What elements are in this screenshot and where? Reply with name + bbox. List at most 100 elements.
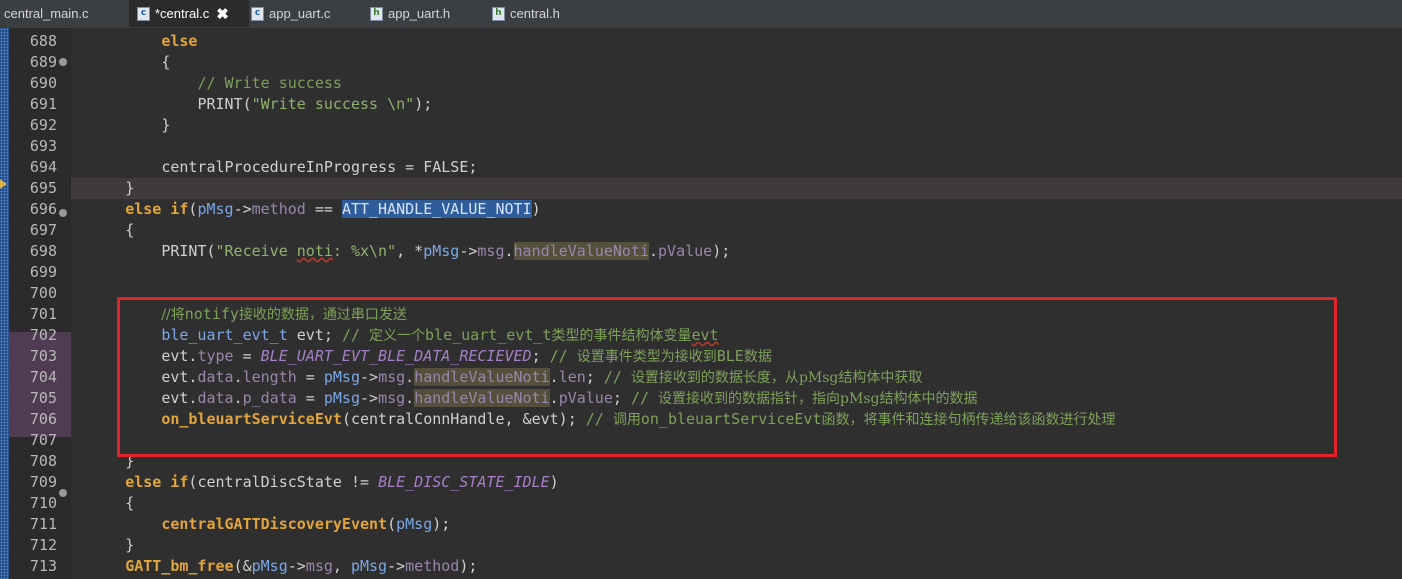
tab-central-main-c[interactable]: central_main.c	[0, 0, 129, 27]
identifier: pMsg	[323, 368, 360, 386]
code-text: .	[649, 242, 659, 260]
tab-app-uart-c[interactable]: c app_uart.c	[247, 0, 361, 27]
code-line: evt.type = BLE_UART_EVT_BLE_DATA_RECIEVE…	[71, 346, 1402, 367]
identifier: centralProcedureInProgress	[161, 158, 397, 176]
code-line: PRINT("Write success \n");	[71, 94, 1402, 115]
h-file-icon: h	[370, 6, 383, 21]
code-text: {	[125, 221, 135, 239]
line-number: 707	[29, 431, 57, 449]
tab-label: *central.c	[155, 6, 210, 21]
comment: 结构体中获取	[838, 370, 923, 386]
string-literal: : %x\n"	[332, 242, 397, 260]
comment: ble_uart_evt_t	[425, 326, 552, 344]
comment: 接收的数据，通过串口发送	[238, 307, 407, 323]
code-text: ->	[233, 200, 252, 218]
close-tab-icon[interactable]: ✖	[216, 5, 229, 23]
code-text: ;	[468, 158, 478, 176]
comment: 类型的事件结构体变量	[551, 328, 692, 344]
code-line: }	[71, 535, 1402, 556]
comment: //	[341, 326, 370, 344]
code-text: .	[405, 389, 415, 407]
code-text: ;	[612, 389, 631, 407]
comment: 结构体中的数据	[879, 391, 978, 407]
tab-app-uart-h[interactable]: h app_uart.h	[366, 0, 480, 27]
comment: //	[549, 347, 577, 365]
member: pValue	[658, 242, 713, 260]
tab-central-c[interactable]: c *central.c ✖	[129, 0, 249, 27]
type-name: ble_uart_evt_t	[161, 326, 288, 344]
line-number: 693	[29, 137, 57, 155]
code-text: ->	[287, 557, 306, 575]
code-text: );	[712, 242, 731, 260]
code-text: ->	[459, 242, 478, 260]
code-text: =	[233, 347, 261, 365]
current-line-arrow-icon	[0, 178, 7, 190]
code-text: .	[549, 368, 559, 386]
fold-toggle-icon[interactable]	[59, 489, 67, 497]
occurrence-highlight: handleValueNoti	[513, 242, 649, 260]
identifier: centralDiscState	[197, 473, 342, 491]
tab-label: app_uart.c	[269, 6, 331, 21]
line-number: 708	[29, 452, 57, 470]
tab-central-h[interactable]: h central.h	[488, 0, 592, 27]
comment: 调用	[612, 412, 641, 428]
code-line: {	[71, 52, 1402, 73]
comment: 定义一个	[369, 328, 426, 344]
tab-label: central.h	[510, 6, 560, 21]
code-text: =	[396, 158, 424, 176]
enum-constant: BLE_UART_EVT_BLE_DATA_RECIEVED	[260, 347, 532, 365]
line-number: 688	[29, 32, 57, 50]
code-text: (	[242, 95, 252, 113]
comment: // Write success	[197, 74, 342, 92]
code-text: ->	[360, 368, 379, 386]
code-text: .	[549, 389, 559, 407]
code-text: ->	[360, 389, 379, 407]
enum-constant: BLE_DISC_STATE_IDLE	[378, 473, 550, 491]
fold-toggle-icon[interactable]	[59, 58, 67, 66]
line-number: 710	[29, 494, 57, 512]
comment: 设置事件类型为接收到	[576, 349, 717, 365]
line-number: 702	[29, 326, 57, 344]
code-editor[interactable]: else { // Write success PRINT("Write suc…	[71, 28, 1402, 579]
line-number: 697	[29, 221, 57, 239]
line-number: 691	[29, 95, 57, 113]
line-number: 699	[29, 263, 57, 281]
fold-toggle-icon[interactable]	[59, 209, 67, 217]
identifier: pMsg	[251, 557, 288, 575]
line-number: 704	[29, 368, 57, 386]
code-line: // Write success	[71, 73, 1402, 94]
code-line: centralProcedureInProgress = FALSE;	[71, 157, 1402, 178]
line-number-gutter[interactable]: 688 689 690 691 692 693 694 695 696 697 …	[9, 28, 71, 579]
code-text: , *	[396, 242, 424, 260]
comment: on_bleuartServiceEvt	[640, 410, 822, 428]
function-call: centralGATTDiscoveryEvent	[161, 515, 388, 533]
string-literal: "Write success \n"	[251, 95, 415, 113]
code-line-current: }	[71, 178, 1402, 199]
code-text: !=	[341, 473, 379, 491]
member: pValue	[558, 389, 613, 407]
c-file-icon: c	[137, 6, 150, 21]
code-text: ;	[531, 347, 550, 365]
member: len	[558, 368, 586, 386]
selected-text[interactable]: ATT_HANDLE_VALUE_NOTI	[341, 200, 532, 218]
comment: //将	[161, 307, 185, 323]
code-line: }	[71, 115, 1402, 136]
line-number: 689	[29, 53, 57, 71]
line-number: 712	[29, 536, 57, 554]
code-text: (&	[233, 557, 252, 575]
overview-ruler[interactable]	[0, 28, 9, 579]
member: method	[405, 557, 460, 575]
identifier: pMsg	[396, 515, 433, 533]
code-text: .	[233, 368, 243, 386]
comment: 函数，将事件和连接句柄传递给该函数进行处理	[821, 412, 1116, 428]
comment: notify	[184, 305, 239, 323]
line-number: 696	[29, 200, 57, 218]
function-call: on_bleuartServiceEvt	[161, 410, 342, 428]
function-call: GATT_bm_free	[125, 557, 234, 575]
function-call: PRINT	[161, 242, 207, 260]
code-text: ==	[305, 200, 342, 218]
editor-tab-bar: central_main.c c *central.c ✖ c app_uart…	[0, 0, 1402, 29]
code-text: ,	[332, 557, 351, 575]
code-text: )	[531, 200, 541, 218]
line-number: 695	[29, 179, 57, 197]
